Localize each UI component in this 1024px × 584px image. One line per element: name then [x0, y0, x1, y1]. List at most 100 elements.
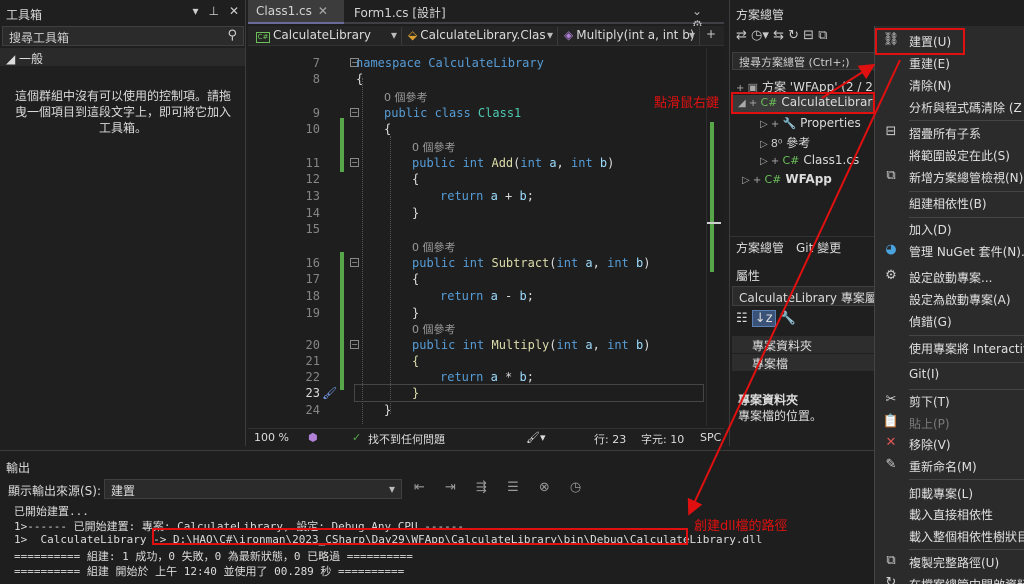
fold-toggle[interactable]: − [350, 108, 359, 117]
menu-item-load-direct-deps[interactable]: 載入直接相依性 [875, 503, 1024, 525]
nuget-icon: ◕ [885, 242, 897, 257]
properties-object-dropdown[interactable]: CalculateLibrary 專案屬 [732, 286, 874, 306]
close-icon[interactable]: ✕ [229, 4, 239, 18]
menu-item-configure-startup[interactable]: ⚙ 設定啟動專案... [875, 266, 1024, 288]
menu-item-collapse-all[interactable]: ⊟ 摺疊所有子系 [875, 122, 1024, 144]
property-row[interactable]: 專案檔 [732, 354, 874, 371]
search-icon[interactable]: ⚲ [227, 28, 237, 43]
class-dropdown[interactable]: ⬙ CalculateLibrary.Clas ▾ [404, 27, 558, 45]
editor-status-bar: 100 % ⬢ ✓ 找不到任何問題 🖌▾ 行: 23 字元: 10 SPC [248, 428, 724, 446]
project-dropdown[interactable]: C# CalculateLibrary ▾ [252, 27, 402, 45]
menu-item-clean[interactable]: 清除(N) [875, 74, 1024, 96]
toolbox-search-input[interactable]: 搜尋工具箱 ⚲ [2, 26, 244, 46]
menu-item-unload-project[interactable]: 卸載專案(L) [875, 482, 1024, 504]
alphabetical-icon[interactable]: ↓z [751, 310, 776, 327]
quick-action-icon[interactable]: 🖌 [322, 386, 337, 400]
fold-toggle[interactable]: − [350, 340, 359, 349]
whitespace-mode[interactable]: SPC [700, 431, 721, 444]
line-indicator[interactable]: 行: 23 [594, 431, 626, 447]
toolbox-title: 工具箱 [6, 8, 43, 22]
close-tab-icon[interactable]: ✕ [318, 4, 328, 18]
solution-search-input[interactable]: 搜尋方案總管 (Ctrl+;) [732, 52, 874, 70]
code-line: public class Class1 [384, 106, 522, 120]
menu-item-remove[interactable]: ✕ 移除(V) [875, 433, 1024, 455]
tab-class1[interactable]: Class1.cs ✕ [248, 0, 344, 24]
annotation-right-click: 點滑鼠右鍵 [654, 96, 720, 111]
refresh-icon[interactable]: ↻ [788, 28, 799, 43]
line-number: 16 [305, 256, 320, 270]
line-number: 12 [305, 172, 320, 186]
zoom-level[interactable]: 100 % [254, 431, 289, 444]
indent-guide [362, 78, 363, 424]
menu-item-cut[interactable]: ✂ 剪下(T) [875, 390, 1024, 412]
tab-git-changes[interactable]: Git 變更 [796, 239, 841, 256]
menu-item-open-in-explorer[interactable]: ↻在檔案總管中開啟資料 [875, 573, 1024, 584]
tree-item-references[interactable]: ▷ 8⁰ 參考 [760, 134, 810, 151]
column-indicator[interactable]: 字元: 10 [641, 431, 684, 447]
solution-explorer: 方案總管 ⇄ ◷▾ ⇆ ↻ ⊟ ⧉ 搜尋方案總管 (Ctrl+;) + ▣ 方案 … [729, 0, 874, 446]
tree-item-wfapp[interactable]: ▷ + C# WFApp [742, 172, 832, 186]
output-source-dropdown[interactable]: 建置 ▾ [104, 479, 402, 499]
menu-item-rebuild[interactable]: 重建(E) [875, 52, 1024, 74]
tree-item-class1[interactable]: ▷ + C# Class1.cs [760, 153, 859, 167]
class-dropdown-value: CalculateLibrary.Clas [420, 28, 546, 42]
toolbox-window-controls: ▾ ⊥ ✕ [192, 4, 239, 18]
menu-item-load-dep-tree[interactable]: 載入整個相依性樹狀目 [875, 525, 1024, 547]
sync-icon[interactable]: ⇄ [736, 28, 747, 43]
categorized-icon[interactable]: ☷ [736, 311, 748, 326]
property-pages-icon[interactable]: 🔧 [780, 311, 796, 326]
reference-count[interactable]: 0 個參考 [412, 239, 456, 255]
reference-count[interactable]: 0 個參考 [412, 321, 456, 337]
tree-item-properties[interactable]: ▷ + 🔧 Properties [760, 116, 861, 130]
remove-icon: ✕ [885, 435, 897, 450]
code-line: public int Subtract(int a, int b) [412, 256, 651, 270]
member-dropdown[interactable]: ◈ Multiply(int a, int b) ▾ [560, 27, 700, 45]
menu-item-paste[interactable]: 📋 貼上(P) [875, 412, 1024, 434]
menu-item-manage-nuget[interactable]: ◕ 管理 NuGet 套件(N)... [875, 240, 1024, 262]
menu-item-build-dependencies[interactable]: 組建相依性(B) [875, 192, 1024, 214]
issues-status[interactable]: 找不到任何問題 [368, 431, 445, 447]
chevron-down-icon: ▾ [388, 482, 395, 496]
menu-item-interactive[interactable]: 使用專案將 Interactive [875, 337, 1024, 359]
output-line: ========== 組建: 1 成功，0 失敗，0 為最新狀態，0 已略過 =… [14, 550, 413, 563]
menu-item-analyze-cleanup[interactable]: 分析與程式碼清除 (Z [875, 96, 1024, 118]
line-number: 11 [305, 156, 320, 170]
collapse-all-icon[interactable]: ⊟ [803, 28, 814, 43]
menu-item-set-startup[interactable]: 設定為啟動專案(A) [875, 288, 1024, 310]
fold-toggle[interactable]: − [350, 258, 359, 267]
cleanup-icon[interactable]: 🖌▾ [526, 431, 546, 444]
reference-count[interactable]: 0 個參考 [384, 89, 428, 105]
tab-solution-explorer[interactable]: 方案總管 [736, 239, 784, 256]
pin-icon[interactable]: ⊥ [208, 4, 218, 18]
show-all-files-icon[interactable]: ⧉ [818, 28, 827, 43]
menu-item-git[interactable]: Git(I) [875, 364, 1024, 386]
output-toolbar[interactable]: ⇤ ⇥ ⇶ ☰ ⊗ ◷ [414, 480, 589, 495]
line-number: 24 [305, 403, 320, 417]
toolbox-group-general[interactable]: ◢ 一般 [0, 48, 245, 66]
line-number: 10 [305, 122, 320, 136]
tab-controls[interactable]: ⌄ ⚙ [684, 0, 724, 32]
reference-count[interactable]: 0 個參考 [412, 139, 456, 155]
menu-item-new-view[interactable]: ⧉ 新增方案總管檢視(N) [875, 166, 1024, 188]
property-row[interactable]: 專案資料夾 [732, 336, 874, 353]
menu-item-add[interactable]: 加入(D) [875, 218, 1024, 240]
code-area[interactable]: − − − − − 7 8 9 10 11 12 13 14 15 16 17 … [248, 48, 724, 426]
switch-views-icon[interactable]: ⇆ [773, 28, 784, 43]
line-number: 18 [305, 289, 320, 303]
menu-item-scope-to-this[interactable]: 將範圍設定在此(S) [875, 144, 1024, 166]
scrollbar-thumb[interactable] [707, 222, 721, 224]
copilot-icon[interactable]: ⬢ [308, 431, 318, 444]
output-line: ========== 組建 開始於 上午 12:40 並使用了 00.289 秒… [14, 565, 405, 578]
dropdown-icon[interactable]: ▾ [192, 4, 198, 18]
menu-item-debug[interactable]: 偵錯(G) [875, 310, 1024, 332]
menu-item-copy-full-path[interactable]: ⧉ 複製完整路徑(U) [875, 551, 1024, 573]
fold-toggle[interactable]: − [350, 158, 359, 167]
code-line: } [412, 386, 420, 400]
line-number: 20 [305, 338, 320, 352]
code-line: return a + b; [440, 189, 534, 203]
history-icon[interactable]: ◷▾ [751, 28, 769, 43]
menu-item-rename[interactable]: ✎ 重新命名(M) [875, 455, 1024, 477]
split-icon[interactable]: + [706, 27, 716, 41]
tab-form1-design[interactable]: Form1.cs [設計] [346, 0, 466, 24]
code-line: } [412, 306, 420, 320]
